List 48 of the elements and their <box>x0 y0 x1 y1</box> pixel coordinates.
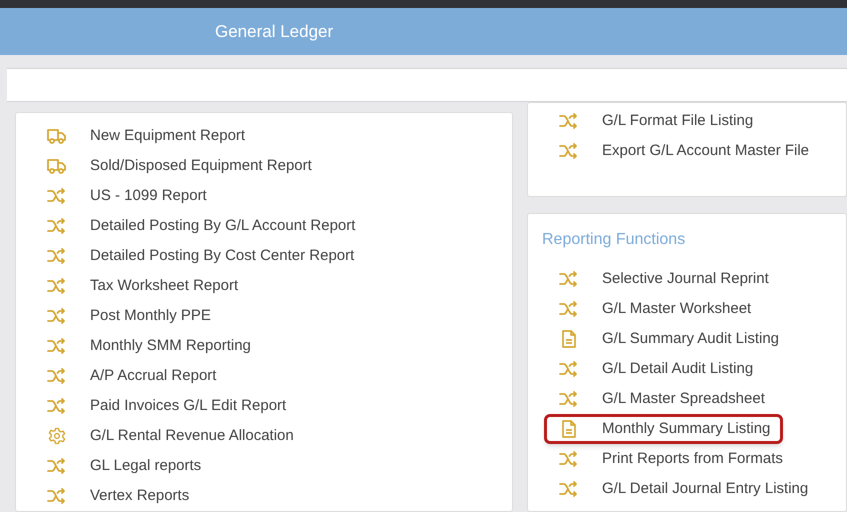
page-title: General Ledger <box>215 20 334 43</box>
shuffle-icon <box>47 458 67 474</box>
shuffle-icon <box>47 188 67 204</box>
shuffle-icon <box>559 113 579 129</box>
report-link[interactable]: G/L Master Spreadsheet <box>544 384 778 414</box>
section-title: Reporting Functions <box>542 230 686 250</box>
shuffle-icon <box>47 488 67 504</box>
shuffle-icon <box>559 361 579 377</box>
report-link[interactable]: G/L Master Worksheet <box>544 294 764 324</box>
shuffle-icon <box>47 218 67 234</box>
shuffle-icon <box>47 308 67 324</box>
report-link[interactable]: Tax Worksheet Report <box>32 271 252 301</box>
report-link[interactable]: A/P Accrual Report <box>32 361 230 391</box>
shuffle-icon <box>47 248 67 264</box>
shuffle-icon <box>559 271 579 287</box>
report-link[interactable]: G/L Rental Revenue Allocation <box>32 421 307 451</box>
report-link[interactable]: US - 1099 Report <box>32 181 220 211</box>
shuffle-icon <box>47 338 67 354</box>
gear-icon <box>48 427 66 445</box>
report-link[interactable]: Export G/L Account Master File <box>544 136 822 166</box>
shuffle-icon <box>559 143 579 159</box>
report-link[interactable]: G/L Detail Journal Entry Listing <box>544 474 822 504</box>
report-link[interactable]: Post Monthly PPE <box>32 301 224 331</box>
report-link[interactable]: Detailed Posting By Cost Center Report <box>32 241 368 271</box>
report-link[interactable]: GL Legal reports <box>32 451 214 481</box>
report-link[interactable]: G/L Summary Audit Listing <box>544 324 792 354</box>
report-link[interactable]: G/L Format File Listing <box>544 106 766 136</box>
truck-icon <box>47 128 67 144</box>
report-link[interactable]: Print Reports from Formats <box>544 444 796 474</box>
shuffle-icon <box>559 301 579 317</box>
report-link[interactable]: Monthly Summary Listing <box>544 414 784 444</box>
document-icon <box>561 420 577 438</box>
shuffle-icon <box>47 398 67 414</box>
shuffle-icon <box>47 368 67 384</box>
report-link[interactable]: G/L Detail Audit Listing <box>544 354 766 384</box>
shuffle-icon <box>559 481 579 497</box>
shuffle-icon <box>559 391 579 407</box>
report-link[interactable]: Vertex Reports <box>32 481 202 511</box>
truck-icon <box>47 158 67 174</box>
document-icon <box>561 330 577 348</box>
report-link[interactable]: Sold/Disposed Equipment Report <box>32 151 325 181</box>
report-link[interactable]: Paid Invoices G/L Edit Report <box>32 391 300 421</box>
shuffle-icon <box>559 451 579 467</box>
report-link[interactable]: New Equipment Report <box>32 121 258 151</box>
report-link[interactable]: Detailed Posting By G/L Account Report <box>32 211 368 241</box>
report-link[interactable]: Selective Journal Reprint <box>544 264 782 294</box>
report-link[interactable]: Monthly SMM Reporting <box>32 331 264 361</box>
shuffle-icon <box>47 278 67 294</box>
